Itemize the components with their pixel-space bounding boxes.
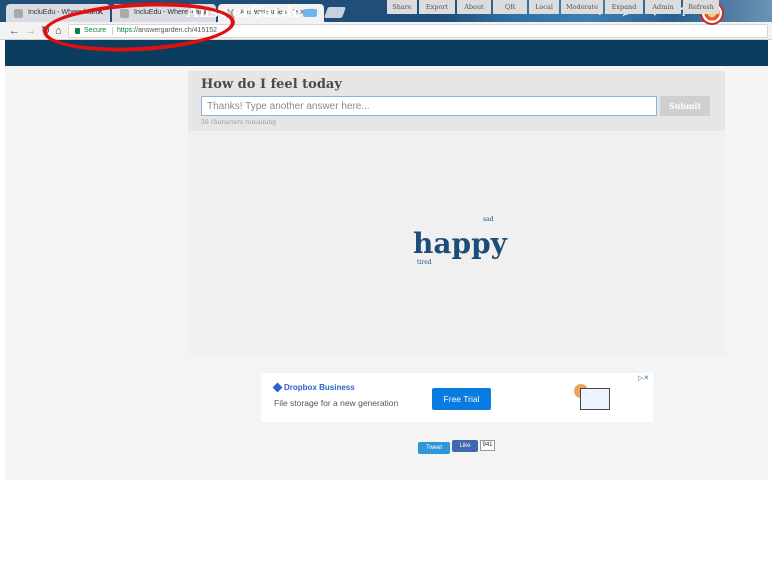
cloud-word-happy[interactable]: happy	[413, 227, 507, 260]
url-rest: answergarden.ch/415152	[138, 27, 218, 34]
favicon	[14, 9, 23, 18]
url-scheme: https://	[117, 27, 139, 34]
close-tab-icon[interactable]: ✕	[96, 7, 104, 18]
share-button[interactable]: Share	[387, 0, 417, 14]
favicon	[120, 9, 129, 18]
local-button[interactable]: Local	[529, 0, 559, 14]
like-count: 941	[480, 440, 495, 451]
expand-button[interactable]: Expand	[605, 0, 643, 14]
security-label: Secure	[84, 27, 107, 34]
question-title: How do I feel today	[201, 77, 342, 92]
speech-bubble-icon	[303, 9, 317, 17]
moderate-button[interactable]: Moderate	[561, 0, 603, 14]
refresh-button[interactable]: Refresh	[683, 0, 719, 14]
export-button[interactable]: Export	[419, 0, 455, 14]
ad-brand: Dropbox Business	[272, 382, 355, 393]
answer-input[interactable]	[201, 96, 657, 116]
about-button[interactable]: About	[457, 0, 491, 14]
tab-label: IncluEdu - Where learn	[28, 9, 100, 16]
ad-choices-icon[interactable]: ▷✕	[638, 374, 649, 382]
new-tab-button[interactable]	[323, 7, 347, 18]
facebook-like-button[interactable]: Like	[452, 440, 478, 452]
monitor-icon	[580, 388, 610, 410]
ad-brand-label: Dropbox Business	[284, 383, 355, 392]
divider	[112, 27, 113, 35]
site-logo[interactable]: AnswerGarden	[187, 3, 313, 21]
cloud-word-sad[interactable]: sad	[483, 216, 494, 223]
free-trial-button[interactable]: Free Trial	[432, 388, 491, 410]
site-header	[5, 40, 768, 66]
browser-toolbar: ← → ↻ ⌂ Secure https://answergarden.ch/4…	[0, 22, 772, 40]
browser-tab-1[interactable]: IncluEdu - Where learn ✕	[6, 4, 110, 22]
qr-button[interactable]: QR	[493, 0, 527, 14]
back-arrow-icon[interactable]: ←	[9, 24, 20, 38]
dropbox-icon	[272, 382, 283, 393]
address-bar[interactable]: Secure https://answergarden.ch/415152	[68, 24, 768, 38]
ad-text: File storage for a new generation	[274, 398, 399, 408]
reload-icon[interactable]: ↻	[41, 24, 50, 38]
home-icon[interactable]: ⌂	[55, 24, 62, 38]
forward-arrow-icon[interactable]: →	[25, 24, 36, 38]
tweet-button[interactable]: Tweet	[418, 442, 450, 454]
characters-remaining: 50 characters remaining	[201, 119, 277, 126]
ad-illustration	[574, 382, 614, 414]
submit-button[interactable]: Submit	[660, 96, 710, 116]
url-text: https://answergarden.ch/415152	[117, 25, 217, 37]
admin-button[interactable]: Admin	[645, 0, 681, 14]
cloud-word-tired[interactable]: tired	[417, 259, 432, 266]
lock-icon	[75, 28, 80, 34]
